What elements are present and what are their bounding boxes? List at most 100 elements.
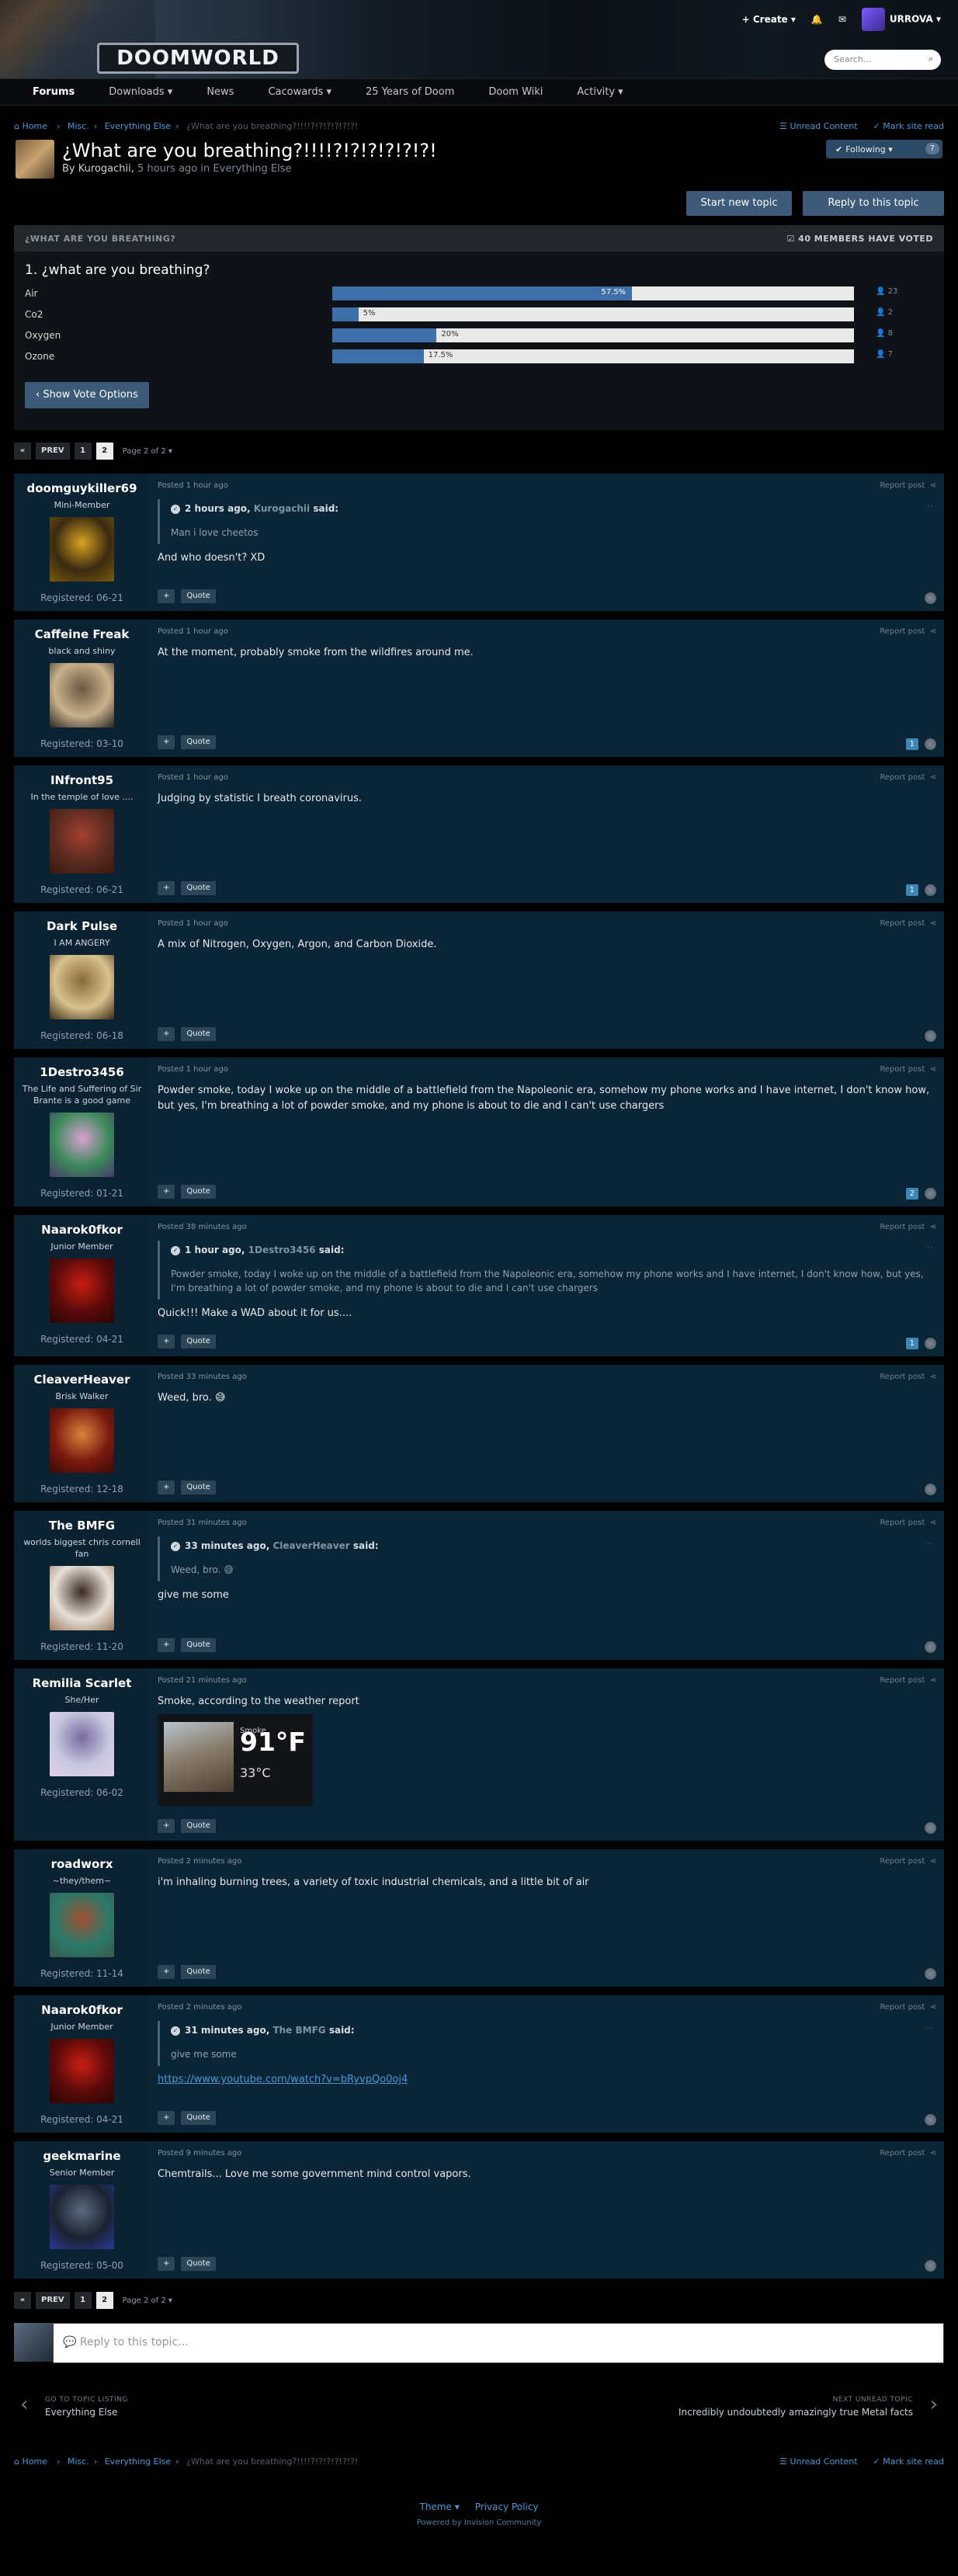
quote-button[interactable]: Quote [181, 881, 216, 895]
post-author-name[interactable]: 1Destro3456 [14, 1065, 150, 1079]
user-menu[interactable]: URROVA ▾ [861, 8, 941, 31]
nav-item-activity[interactable]: Activity ▾ [560, 78, 640, 106]
weather-card[interactable]: Smoke 91°F 33°C [158, 1714, 313, 1806]
report-post-link[interactable]: Report post ⋖ [880, 1065, 936, 1074]
quote-button[interactable]: Quote [181, 1819, 216, 1833]
mark-read-link[interactable]: ✓ Mark site read [873, 2456, 944, 2467]
report-post-link[interactable]: Report post ⋖ [880, 1857, 936, 1866]
page-1-button[interactable]: 1 [74, 443, 92, 460]
share-icon[interactable]: ⋖ [930, 2149, 936, 2158]
share-icon[interactable]: ⋖ [930, 1519, 936, 1527]
chevron-left-icon[interactable]: ‹ [20, 2393, 28, 2416]
post-timestamp[interactable]: Posted 1 hour ago [158, 1065, 936, 1074]
post-timestamp[interactable]: Posted 9 minutes ago [158, 2149, 936, 2158]
privacy-policy-link[interactable]: Privacy Policy [475, 2501, 539, 2512]
breadcrumb-misc[interactable]: Misc. [68, 2456, 89, 2467]
quote-author-link[interactable]: The BMFG [272, 2025, 325, 2036]
multiquote-plus-button[interactable]: + [158, 1819, 175, 1833]
poll-voters[interactable]: ☑ 40 MEMBERS HAVE VOTED [786, 234, 933, 244]
reaction-count[interactable]: 1 [905, 884, 918, 896]
post-author-avatar[interactable] [50, 517, 114, 582]
multiquote-plus-button[interactable]: + [158, 2257, 175, 2271]
post-author-avatar[interactable] [50, 663, 114, 727]
topic-section-link[interactable]: Everything Else [213, 163, 291, 175]
page-info-dropdown[interactable]: Page 2 of 2 ▾ [123, 2297, 172, 2305]
reply-to-topic-button[interactable]: Reply to this topic [803, 191, 944, 216]
share-icon[interactable]: ⋖ [930, 1373, 936, 1381]
multiquote-plus-button[interactable]: + [158, 1481, 175, 1495]
show-vote-options-button[interactable]: ‹ Show Vote Options [25, 382, 149, 408]
post-author-name[interactable]: Naarok0fkor [14, 2003, 150, 2017]
post-author-avatar[interactable] [50, 1258, 114, 1323]
page-2-button[interactable]: 2 [95, 2292, 113, 2309]
post-author-name[interactable]: Naarok0fkor [14, 1223, 150, 1237]
post-author-name[interactable]: The BMFG [14, 1519, 150, 1533]
post-author-avatar[interactable] [50, 2039, 114, 2103]
reaction-face-icon[interactable] [925, 884, 936, 896]
post-author-avatar[interactable] [50, 1712, 114, 1776]
first-page-button[interactable]: « [14, 2292, 31, 2309]
post-author-avatar[interactable] [50, 955, 114, 1019]
breadcrumb-section[interactable]: Everything Else [105, 121, 172, 131]
post-author-name[interactable]: geekmarine [14, 2149, 150, 2163]
share-icon[interactable]: ⋖ [930, 1857, 936, 1866]
quote-author-link[interactable]: CleaverHeaver [272, 1540, 349, 1551]
post-timestamp[interactable]: Posted 38 minutes ago [158, 1223, 936, 1231]
go-to-topic-listing[interactable]: GO TO TOPIC LISTING Everything Else [45, 2396, 128, 2418]
prev-page-button[interactable]: PREV [36, 443, 70, 460]
breadcrumb-misc[interactable]: Misc. [68, 121, 89, 131]
report-post-link[interactable]: Report post ⋖ [880, 1373, 936, 1381]
breadcrumb-home[interactable]: ⌂ Home [14, 121, 52, 131]
report-post-link[interactable]: Report post ⋖ [880, 1519, 936, 1527]
post-author-avatar[interactable] [50, 1893, 114, 1957]
reaction-count[interactable]: 1 [905, 1338, 918, 1349]
multiquote-plus-button[interactable]: + [158, 881, 175, 895]
quote-author-link[interactable]: Kurogachii [254, 503, 310, 514]
nav-item-cacowards[interactable]: Cacowards ▾ [251, 78, 349, 106]
nav-item-news[interactable]: News [189, 78, 251, 106]
search-input[interactable]: Search... ⌕ [824, 50, 941, 70]
reaction-face-icon[interactable] [925, 1188, 936, 1199]
multiquote-plus-button[interactable]: + [158, 735, 175, 749]
site-logo[interactable]: DOOMWORLD [97, 43, 299, 74]
post-author-name[interactable]: roadworx [14, 1857, 150, 1871]
quote-button[interactable]: Quote [181, 1027, 216, 1041]
post-timestamp[interactable]: Posted 1 hour ago [158, 481, 936, 490]
page-1-button[interactable]: 1 [74, 2292, 92, 2309]
post-timestamp[interactable]: Posted 33 minutes ago [158, 1373, 936, 1381]
reaction-face-icon[interactable] [925, 592, 936, 604]
first-page-button[interactable]: « [14, 443, 31, 460]
reaction-face-icon[interactable] [925, 738, 936, 750]
multiquote-plus-button[interactable]: + [158, 589, 175, 603]
post-author-name[interactable]: Remilia Scarlet [14, 1676, 150, 1690]
share-icon[interactable]: ⋖ [930, 2003, 936, 2012]
create-button[interactable]: + Create ▾ [742, 14, 796, 25]
multiquote-plus-button[interactable]: + [158, 2111, 175, 2125]
messages-envelope-icon[interactable]: ✉ [838, 14, 846, 25]
post-author-name[interactable]: INfront95 [14, 773, 150, 787]
quote-button[interactable]: Quote [181, 2257, 216, 2271]
prev-page-button[interactable]: PREV [36, 2292, 70, 2309]
breadcrumb-section[interactable]: Everything Else [105, 2456, 172, 2467]
collapse-quote-icon[interactable]: ⋯ [925, 499, 933, 515]
post-author-avatar[interactable] [50, 1113, 114, 1177]
post-timestamp[interactable]: Posted 1 hour ago [158, 919, 936, 928]
quote-button[interactable]: Quote [181, 589, 216, 603]
share-icon[interactable]: ⋖ [930, 919, 936, 928]
theme-menu[interactable]: Theme ▾ [419, 2501, 459, 2512]
mark-read-link[interactable]: ✓ Mark site read [873, 121, 944, 131]
share-icon[interactable]: ⋖ [930, 481, 936, 490]
quote-button[interactable]: Quote [181, 735, 216, 749]
reaction-count[interactable]: 1 [905, 738, 918, 750]
multiquote-plus-button[interactable]: + [158, 1335, 175, 1349]
reply-input[interactable]: 💬 Reply to this topic... [53, 2323, 944, 2363]
nav-item-doom-wiki[interactable]: Doom Wiki [471, 78, 560, 106]
post-author-name[interactable]: CleaverHeaver [14, 1373, 150, 1387]
reaction-face-icon[interactable] [925, 1641, 936, 1653]
page-2-button[interactable]: 2 [95, 443, 113, 460]
collapse-quote-icon[interactable]: ⋯ [925, 2021, 933, 2036]
search-icon[interactable]: ⌕ [928, 54, 933, 64]
multiquote-plus-button[interactable]: + [158, 1185, 175, 1199]
chevron-right-icon[interactable]: › [930, 2393, 938, 2416]
start-new-topic-button[interactable]: Start new topic [686, 191, 792, 216]
